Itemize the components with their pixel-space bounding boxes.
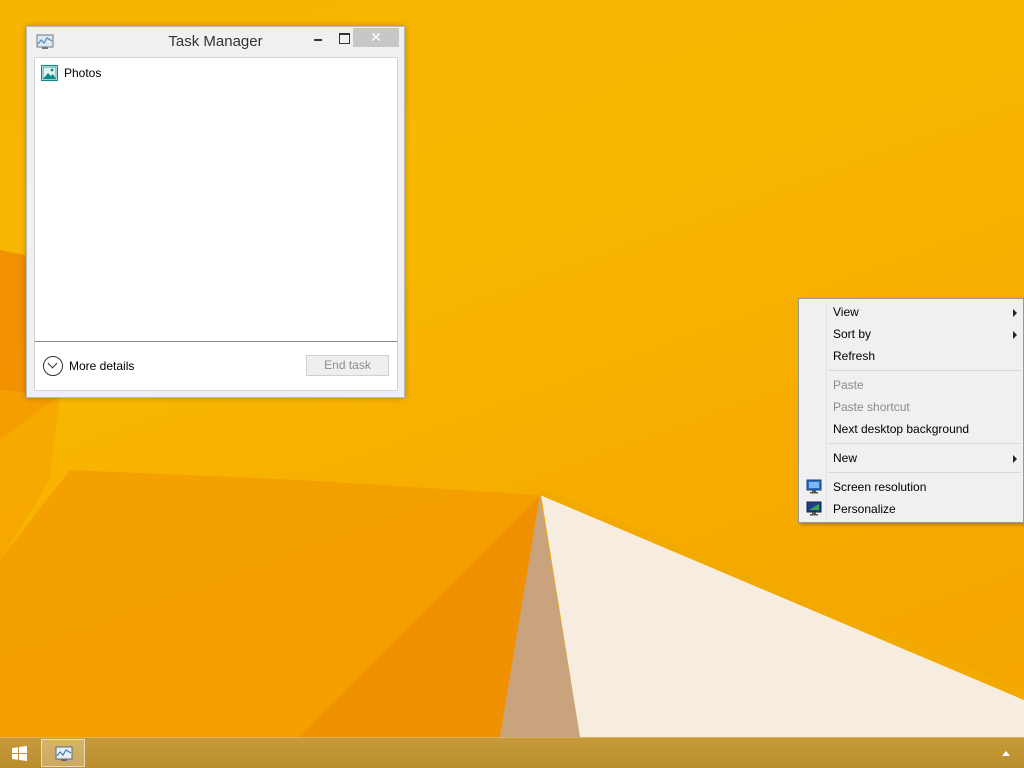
close-button[interactable]: ✕ — [353, 28, 399, 47]
more-details-label: More details — [69, 359, 135, 373]
menu-item-label: View — [833, 305, 859, 319]
menu-item-refresh[interactable]: Refresh — [801, 345, 1021, 367]
show-hidden-icons-icon[interactable] — [1002, 751, 1010, 756]
menu-item-personalize[interactable]: Personalize — [801, 498, 1021, 520]
screen-resolution-icon — [806, 479, 822, 494]
menu-item-label: Next desktop background — [833, 422, 970, 436]
submenu-arrow-icon — [1013, 331, 1017, 339]
chevron-down-icon — [43, 356, 63, 376]
menu-item-paste-shortcut[interactable]: Paste shortcut — [801, 396, 1021, 418]
menu-item-label: Screen resolution — [833, 480, 927, 494]
app-list[interactable]: Photos — [34, 57, 398, 342]
submenu-arrow-icon — [1013, 309, 1017, 317]
footer-bar: More details End task — [34, 341, 398, 391]
task-manager-window[interactable]: Task Manager ✕ Photos More details End t… — [26, 26, 405, 398]
menu-item-label: Paste — [833, 378, 864, 392]
end-task-button[interactable]: End task — [306, 355, 389, 376]
title-bar[interactable]: Task Manager ✕ — [27, 27, 404, 57]
taskbar — [0, 737, 1024, 768]
desktop[interactable]: Task Manager ✕ Photos More details End t… — [0, 0, 1024, 768]
personalize-icon — [806, 501, 822, 516]
menu-item-screen-resolution[interactable]: Screen resolution — [801, 476, 1021, 498]
desktop-context-menu[interactable]: View Sort by Refresh Paste Paste shortcu… — [798, 298, 1024, 523]
minimize-button[interactable] — [305, 28, 331, 48]
menu-separator — [829, 370, 1021, 371]
menu-item-label: New — [833, 451, 858, 465]
menu-item-label: Sort by — [833, 327, 872, 341]
menu-separator — [829, 443, 1021, 444]
menu-item-paste[interactable]: Paste — [801, 374, 1021, 396]
submenu-arrow-icon — [1013, 455, 1017, 463]
menu-item-next-desktop-background[interactable]: Next desktop background — [801, 418, 1021, 440]
windows-logo-icon[interactable] — [12, 746, 27, 761]
menu-separator — [829, 472, 1021, 473]
list-item[interactable]: Photos — [41, 64, 101, 82]
photos-icon — [41, 65, 58, 81]
task-manager-icon — [55, 746, 73, 761]
menu-item-sort-by[interactable]: Sort by — [801, 323, 1021, 345]
app-name: Photos — [64, 66, 102, 80]
menu-item-view[interactable]: View — [801, 301, 1021, 323]
menu-item-label: Paste shortcut — [833, 400, 910, 414]
menu-item-label: Refresh — [833, 349, 876, 363]
taskbar-task-manager-button[interactable] — [41, 739, 85, 767]
menu-item-new[interactable]: New — [801, 447, 1021, 469]
menu-item-label: Personalize — [833, 502, 896, 516]
more-details-button[interactable]: More details — [43, 356, 134, 376]
